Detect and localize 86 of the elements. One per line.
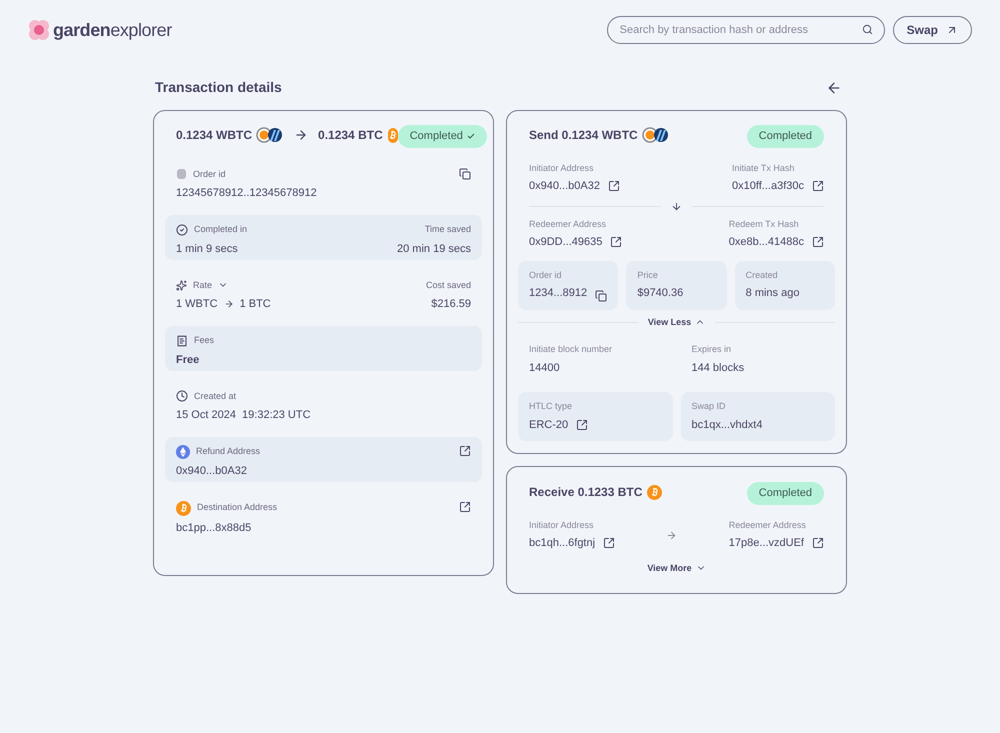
field-label: Redeemer Address [728,518,806,532]
field-value: 1234...8912 [529,286,588,301]
field-value: 17p8e...vzdUEf [728,536,804,551]
field-value: 0x940...b0A32 [529,179,600,194]
row-label: Fees [194,334,214,347]
row-value: bc1pp...8x88d5 [176,520,252,536]
field-label: Initiate Tx Hash [732,162,794,174]
row-label: Completed in [194,223,248,236]
swap-button[interactable]: Swap [892,16,972,44]
status-badge: Completed [746,482,824,504]
field-value: bc1qx...vhdxt4 [692,418,762,432]
field-label: Initiator Address [529,162,595,174]
external-link-icon[interactable] [608,180,620,192]
receipt-icon [176,334,188,347]
external-link-icon[interactable] [812,537,824,550]
field-value: ERC-20 [529,418,568,432]
row-label: Refund Address [196,445,260,458]
row-label: Created at [194,390,236,402]
card-title: Receive 0.1233 BTC [529,484,642,502]
external-link-icon[interactable] [610,236,622,248]
field-label: Redeemer Address [529,218,608,230]
field-label: Initiator Address [529,518,595,532]
row-value: 1 min 9 secs [176,242,239,256]
logo-text: gardenexplorer [53,18,172,42]
row-label: Destination Address [197,501,278,514]
external-link-icon[interactable] [812,236,824,248]
arrow-up-right-icon [946,24,958,36]
to-amount: 0.1234 BTC [318,127,383,144]
field-value: 8 mins ago [746,286,800,301]
row-value: 12345678912..12345678912 [176,186,317,201]
token-pair-icon [642,127,670,144]
row-value: $216.59 [431,297,471,312]
row-label: Time saved [424,223,471,236]
field-value: 0x10ff...a3f30c [732,179,804,194]
field-label: Expires in [692,343,732,356]
row-value: 1 WBTC [176,297,218,312]
field-label: Price [637,268,659,282]
external-link-icon[interactable] [603,537,616,550]
arrow-icon [666,530,678,540]
row-value: 1 BTC [240,297,271,312]
logo-icon [28,19,50,41]
copy-icon[interactable] [459,168,471,180]
row-value: 20 min 19 secs [397,242,471,256]
field-value: 144 blocks [692,360,744,376]
external-link-icon[interactable] [459,500,471,512]
bitcoin-icon [176,500,191,516]
row-label: Cost saved [426,278,471,292]
status-badge: Completed [746,125,824,148]
field-value: bc1qh...6fgtnj [529,536,596,551]
sparkle-icon [176,280,187,291]
toggle-link[interactable]: View Less [648,316,706,329]
field-label: Created [746,268,779,282]
row-value: 15 Oct 2024 19:32:23 UTC [176,408,311,423]
search-icon [862,24,873,35]
card-title: Send 0.1234 WBTC [529,127,638,144]
arrow-down-icon [671,200,682,212]
bitcoin-icon [647,484,662,500]
row-label: Rate [193,278,212,292]
row-label: Order id [193,168,226,180]
token-pair-icon [256,127,284,144]
external-link-icon[interactable] [576,418,588,431]
row-value: Free [176,352,200,368]
status-badge: Completed [398,125,487,148]
field-value: 0xe8b...41488c [728,235,804,250]
page-title: Transaction details [155,78,282,97]
field-label: Initiate block number [529,343,614,356]
from-amount: 0.1234 WBTC [176,127,252,144]
order-icon [176,168,187,180]
clock-icon [176,390,188,402]
field-label: HTLC type [529,400,574,413]
field-label: Swap ID [692,400,727,413]
toggle-link[interactable]: View More [647,562,706,575]
arrow-icon [224,299,234,310]
copy-icon[interactable] [595,290,608,302]
external-link-icon[interactable] [459,445,471,457]
external-link-icon[interactable] [812,180,824,192]
field-label: Order id [529,268,563,282]
search-field[interactable]: Search by transaction hash or address [606,16,885,44]
row-value: 0x940...b0A32 [176,464,248,479]
field-value: 14400 [529,360,560,376]
field-value: 0x9DD...49635 [529,235,602,250]
ethereum-icon [176,445,190,459]
field-label: Redeem Tx Hash [728,218,799,230]
check-circle-icon [176,224,188,236]
field-value: $9740.36 [637,286,684,301]
bitcoin-icon [388,128,398,143]
